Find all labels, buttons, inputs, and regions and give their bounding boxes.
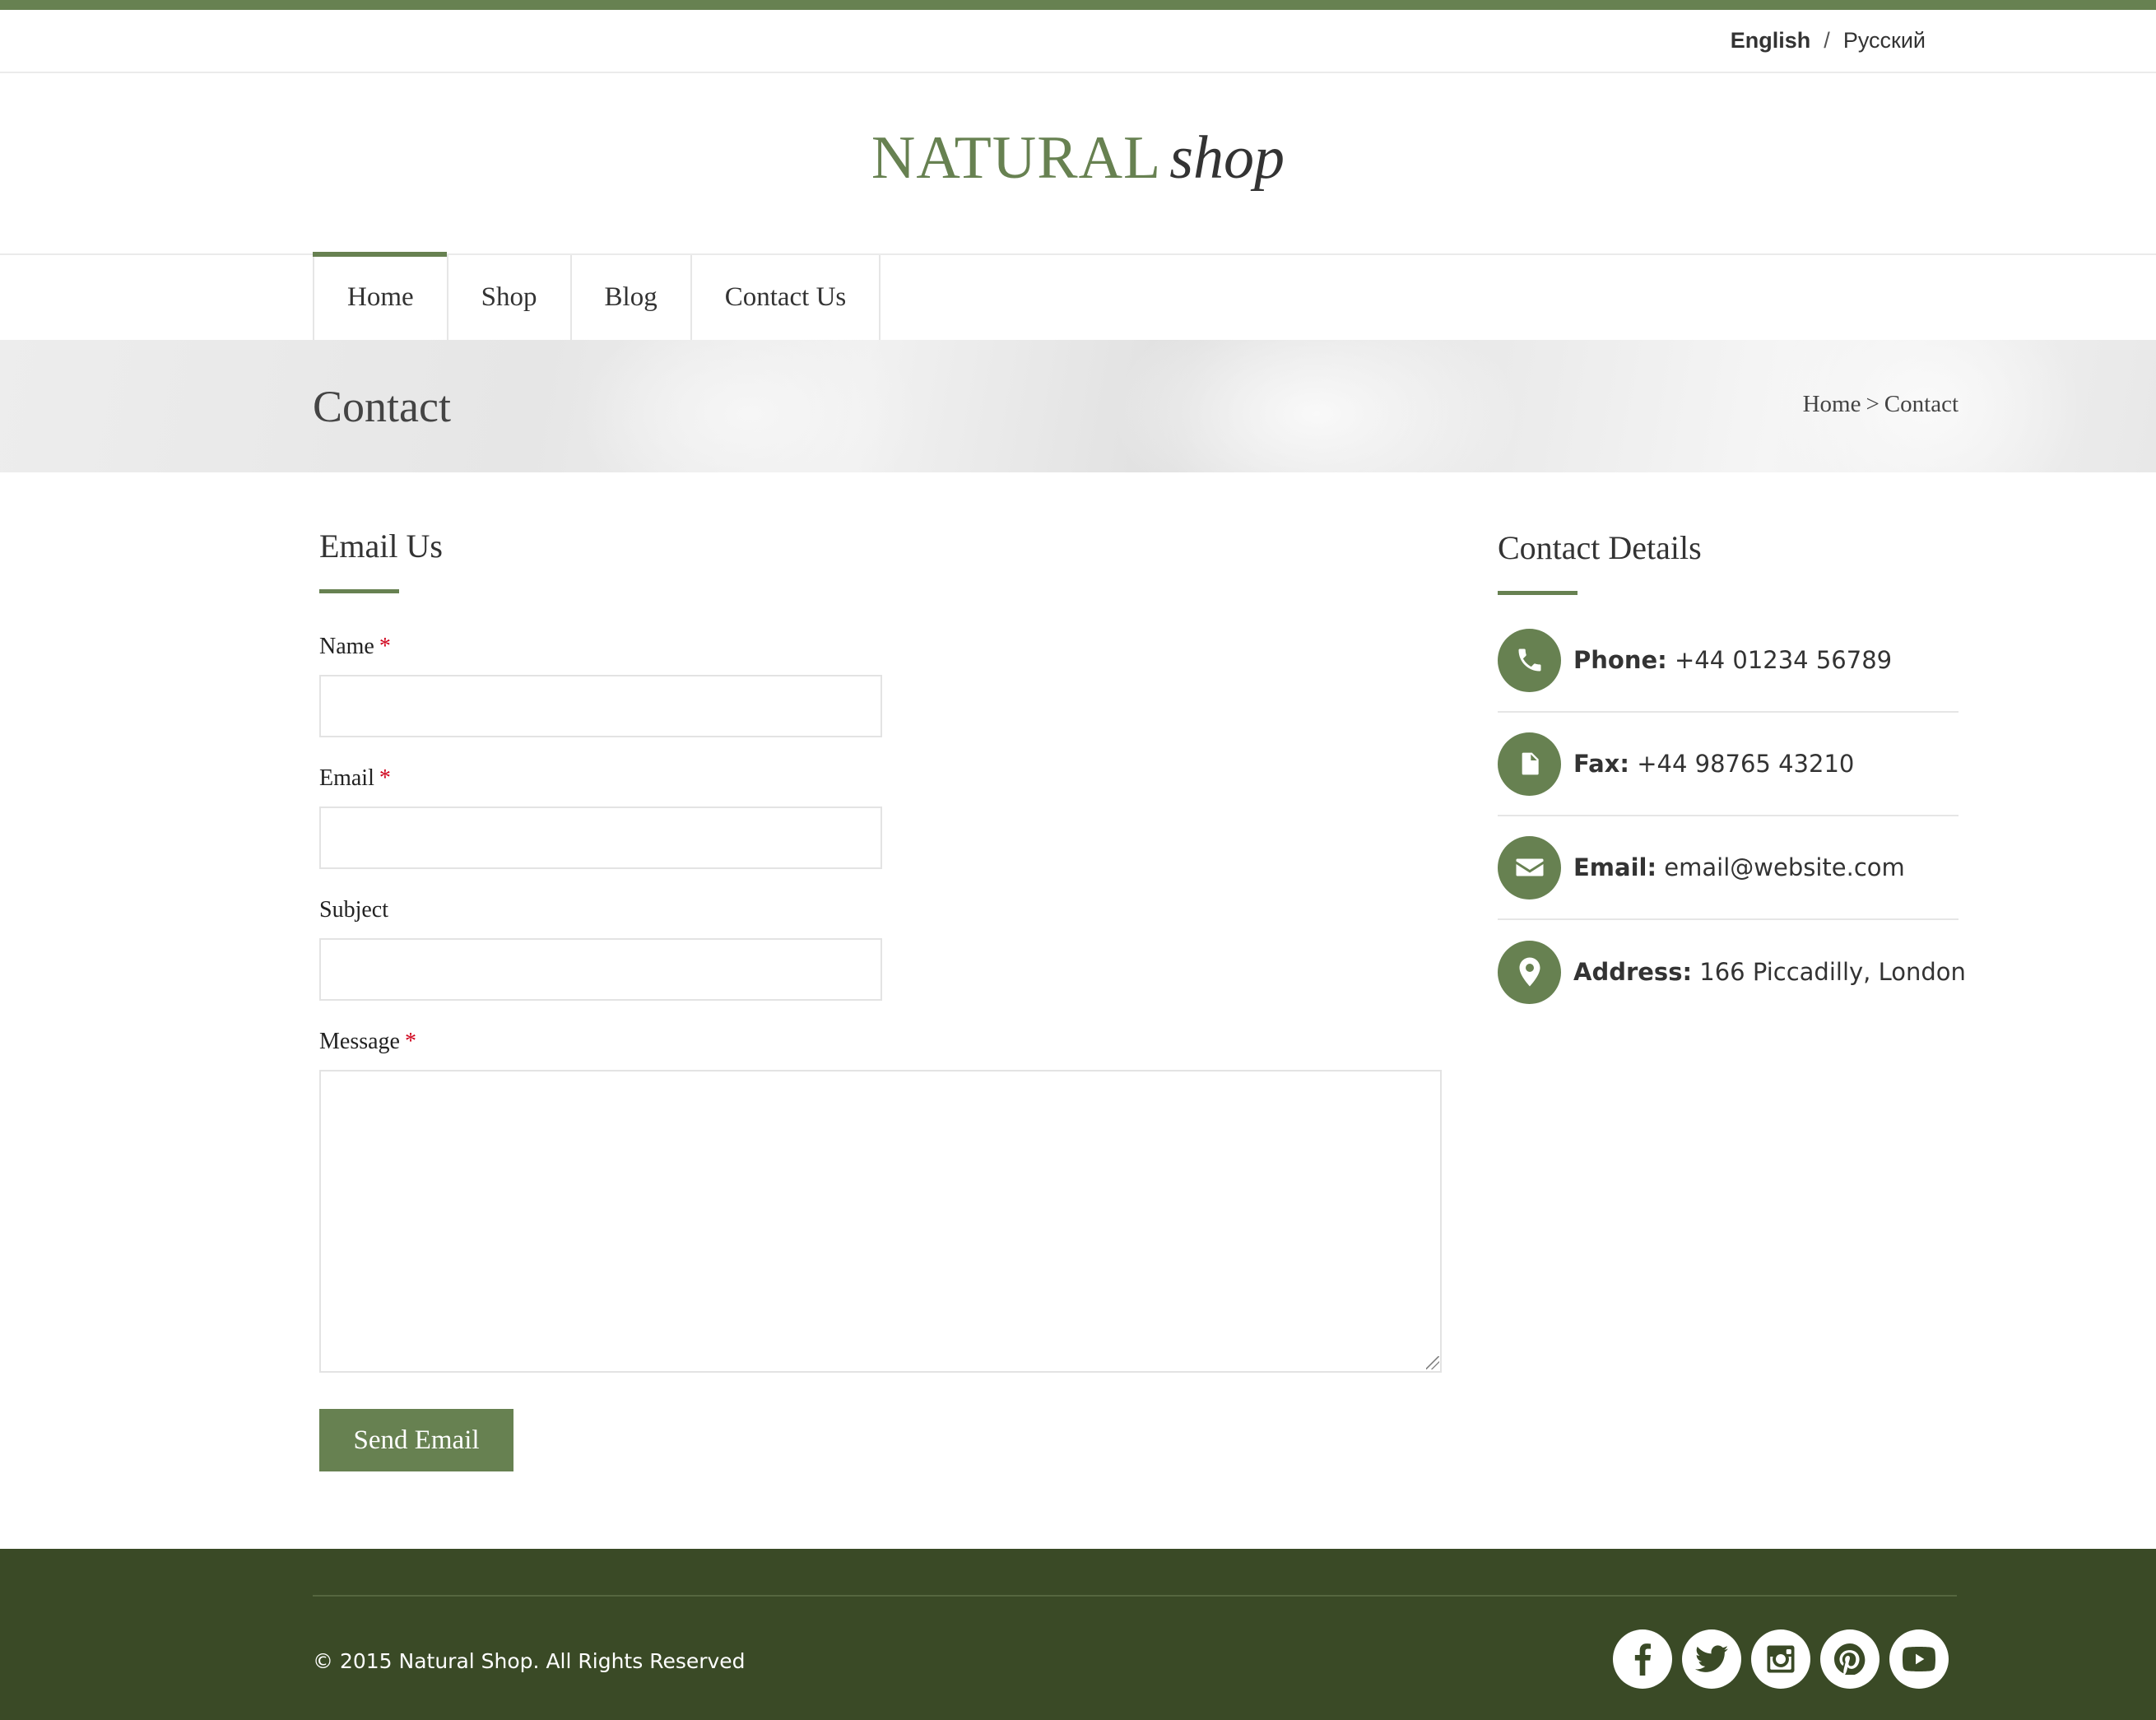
required-marker: * [379, 634, 391, 659]
contact-phone-row: Phone: +44 01234 56789 [1498, 609, 1959, 713]
breadcrumb-current: Contact [1884, 391, 1959, 417]
contact-phone-value: +44 01234 56789 [1674, 646, 1893, 674]
message-field[interactable] [319, 1070, 1442, 1373]
logo-secondary-text: shop [1169, 124, 1285, 192]
contact-email-row: Email: email@website.com [1498, 816, 1959, 920]
language-russian-link[interactable]: Русский [1843, 28, 1926, 53]
instagram-icon[interactable] [1751, 1629, 1810, 1689]
contact-email-label: Email: [1573, 853, 1657, 881]
subject-label-text: Subject [319, 897, 388, 923]
subject-label: Subject [319, 897, 388, 923]
contact-fax-text: Fax: +44 98765 43210 [1573, 750, 1854, 778]
language-english-link[interactable]: English [1731, 28, 1811, 53]
name-label: Name * [319, 634, 391, 660]
message-label: Message * [319, 1029, 416, 1055]
copyright-text: © 2015 Natural Shop. All Rights Reserved [313, 1649, 746, 1673]
contact-fax-value: +44 98765 43210 [1637, 750, 1855, 778]
message-label-text: Message [319, 1029, 400, 1054]
banner-texture [1111, 340, 1522, 472]
breadcrumb: Home > Contact [1803, 391, 1959, 418]
email-label: Email * [319, 765, 391, 792]
name-field[interactable] [319, 675, 882, 737]
banner-texture [576, 340, 922, 472]
language-separator: / [1824, 28, 1830, 53]
site-footer: © 2015 Natural Shop. All Rights Reserved [0, 1549, 2156, 1720]
footer-divider [313, 1595, 1957, 1597]
contact-address-label: Address: [1573, 958, 1693, 986]
logo-primary-text: NATURAL [871, 124, 1162, 192]
contact-fax-label: Fax: [1573, 750, 1629, 778]
youtube-icon[interactable] [1889, 1629, 1949, 1689]
social-links [1613, 1629, 1949, 1689]
contact-details-heading: Contact Details [1498, 529, 1702, 566]
email-field[interactable] [319, 807, 882, 869]
required-marker: * [379, 765, 391, 791]
envelope-icon [1498, 835, 1561, 900]
contact-address-row: Address: 166 Piccadilly, London [1498, 920, 1966, 1024]
heading-underline [1498, 591, 1578, 595]
main-nav: Home Shop Blog Contact Us [0, 252, 2156, 340]
facebook-icon[interactable] [1613, 1629, 1672, 1689]
contact-fax-row: Fax: +44 98765 43210 [1498, 713, 1959, 816]
twitter-icon[interactable] [1682, 1629, 1741, 1689]
language-switcher: English / Русский [1731, 28, 1926, 53]
email-us-heading: Email Us [319, 528, 443, 565]
language-bar: English / Русский [0, 10, 2156, 73]
nav-item-home[interactable]: Home [313, 252, 447, 340]
contact-email-value[interactable]: email@website.com [1664, 853, 1904, 881]
contact-email-text: Email: email@website.com [1573, 853, 1905, 881]
pinterest-icon[interactable] [1820, 1629, 1880, 1689]
breadcrumb-home-link[interactable]: Home [1803, 391, 1861, 418]
required-marker: * [404, 1029, 416, 1054]
email-label-text: Email [319, 765, 374, 791]
contact-phone-text: Phone: +44 01234 56789 [1573, 646, 1892, 674]
subject-field[interactable] [319, 938, 882, 1001]
file-icon [1498, 732, 1561, 796]
page-title: Contact [313, 382, 451, 431]
textarea-resize-handle[interactable] [1426, 1356, 1439, 1369]
phone-icon [1498, 628, 1561, 692]
nav-item-shop[interactable]: Shop [446, 255, 570, 340]
breadcrumb-separator: > [1866, 391, 1880, 417]
contact-address-text: Address: 166 Piccadilly, London [1573, 958, 1966, 986]
map-pin-icon [1498, 940, 1561, 1004]
name-label-text: Name [319, 634, 374, 659]
nav-item-blog[interactable]: Blog [569, 255, 690, 340]
heading-underline [319, 589, 399, 593]
contact-address-value: 166 Piccadilly, London [1699, 958, 1966, 986]
nav-item-contact-us[interactable]: Contact Us [690, 255, 881, 340]
send-email-button[interactable]: Send Email [319, 1409, 513, 1471]
contact-phone-label: Phone: [1573, 646, 1667, 674]
page-banner: Contact Home > Contact [0, 340, 2156, 472]
top-accent-bar [0, 0, 2156, 10]
site-logo[interactable]: NATURAL shop [0, 123, 2156, 193]
